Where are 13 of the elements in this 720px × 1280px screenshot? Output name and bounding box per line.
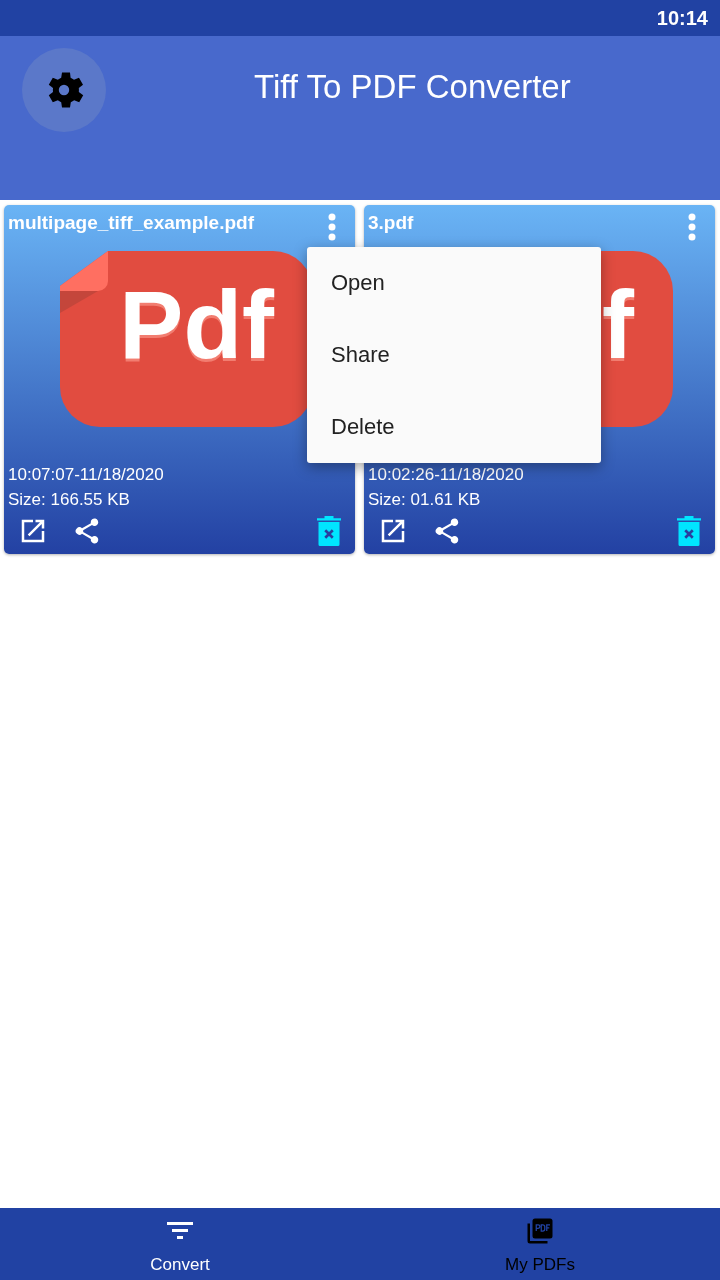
pdf-files-icon [525, 1216, 555, 1246]
file-size: Size: 01.61 KB [368, 489, 482, 511]
file-date: 10:02:26-11/18/2020 [368, 464, 525, 486]
file-date: 10:07:07-11/18/2020 [8, 464, 165, 486]
more-icon[interactable] [327, 213, 337, 241]
file-name: 3.pdf [368, 211, 414, 235]
status-time: 10:14 [656, 6, 708, 31]
app-title: Tiff To PDF Converter [254, 67, 571, 107]
file-name: multipage_tiff_example.pdf [8, 211, 254, 235]
nav-tab[interactable]: Convert [0, 1208, 360, 1280]
file-size: Size: 166.55 KB [8, 489, 131, 511]
delete-icon[interactable] [677, 516, 701, 546]
delete-icon[interactable] [317, 516, 341, 546]
